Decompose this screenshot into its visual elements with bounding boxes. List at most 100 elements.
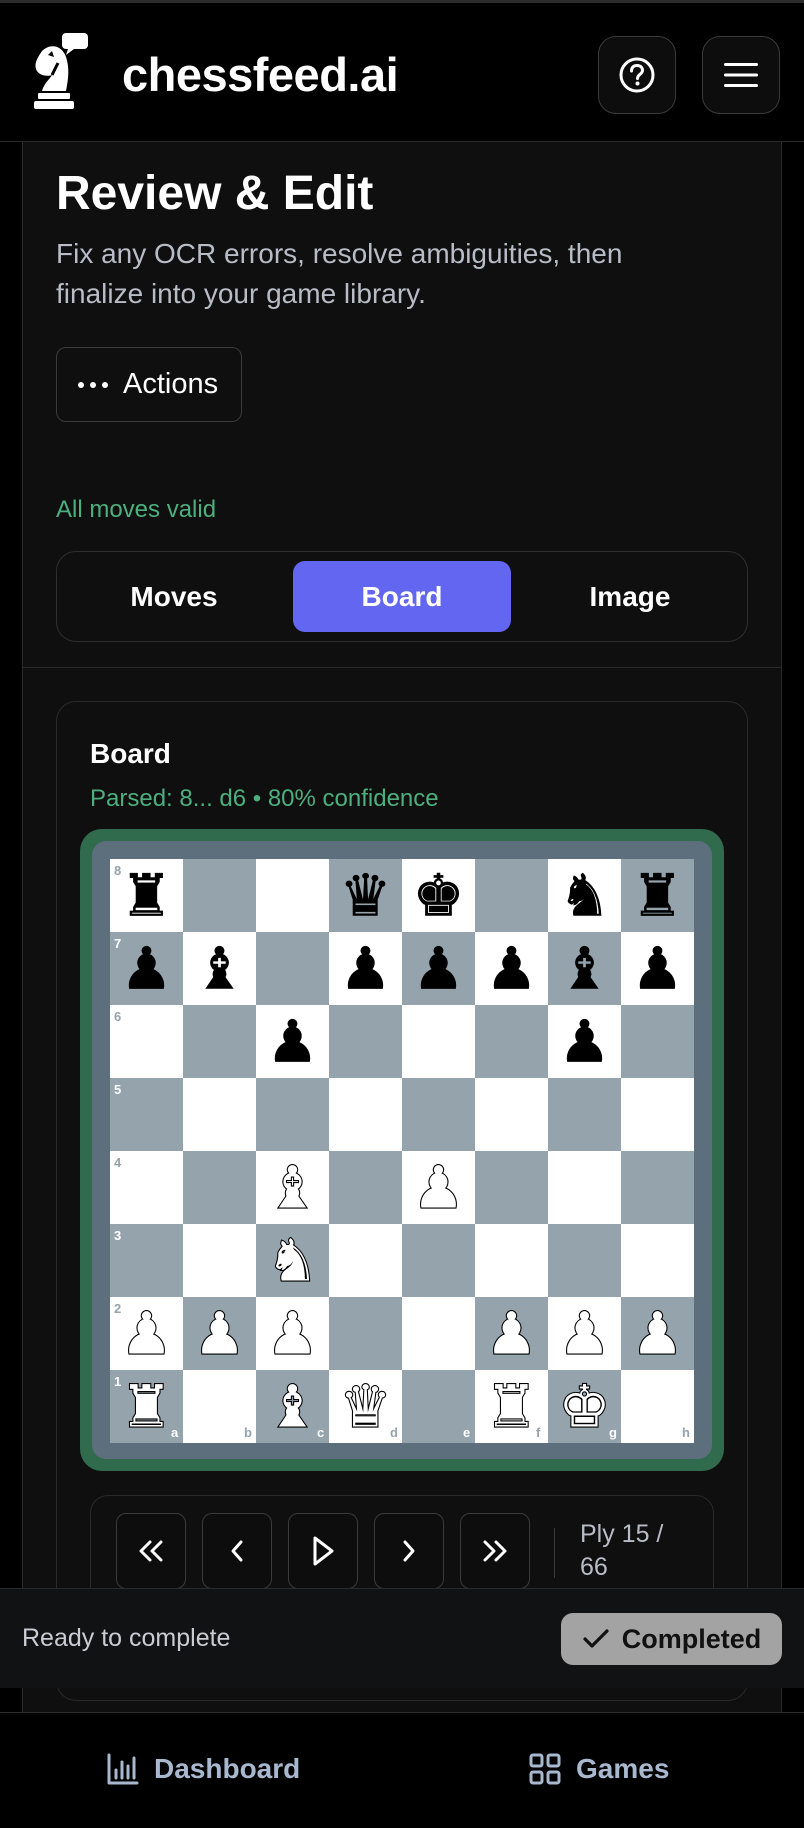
board-square-h6[interactable] xyxy=(621,1005,694,1078)
board-square-h3[interactable] xyxy=(621,1224,694,1297)
play-icon xyxy=(313,1536,334,1566)
board-square-f4[interactable] xyxy=(475,1151,548,1224)
page-subtitle: Fix any OCR errors, resolve ambiguities,… xyxy=(56,238,623,309)
rank-label: 5 xyxy=(114,1082,121,1097)
rank-label: 2 xyxy=(114,1301,121,1316)
board-square-f5[interactable] xyxy=(475,1078,548,1151)
board-square-e6[interactable] xyxy=(402,1005,475,1078)
chess-board[interactable]: ♜ ♛ ♚ ♞ ♜♟ ♝ ♟ ♟ ♟ ♝ ♟♟ ♟♝ ♟♞♟ ♟ ♟ ♟ ♟ ♟♜ ♝ ♛ ♜ ♚87654321a b c d… xyxy=(110,859,694,1443)
board-square-g4[interactable] xyxy=(548,1151,621,1224)
board-square-h5[interactable] xyxy=(621,1078,694,1151)
menu-button[interactable] xyxy=(702,36,780,114)
black-pawn-icon[interactable]: ♟ xyxy=(558,1007,611,1076)
nav-dashboard[interactable]: Dashboard xyxy=(106,1752,300,1786)
black-pawn-icon[interactable]: ♟ xyxy=(339,934,392,1003)
white-pawn-icon[interactable]: ♟ xyxy=(119,1298,173,1368)
file-label: b xyxy=(244,1425,252,1440)
file-label: a xyxy=(171,1425,179,1440)
white-pawn-icon[interactable]: ♟ xyxy=(192,1298,246,1368)
last-move-button[interactable] xyxy=(460,1513,530,1589)
grid-icon xyxy=(529,1753,561,1785)
brand-name[interactable]: chessfeed.ai xyxy=(122,47,399,102)
black-pawn-icon[interactable]: ♟ xyxy=(631,934,684,1003)
black-pawn-icon[interactable]: ♟ xyxy=(120,934,173,1003)
white-bishop-icon[interactable]: ♝ xyxy=(265,1152,319,1222)
nav-dashboard-label: Dashboard xyxy=(154,1753,301,1784)
board-square-d5[interactable] xyxy=(329,1078,402,1151)
white-knight-icon[interactable]: ♞ xyxy=(265,1225,319,1295)
chevron-right-icon xyxy=(403,1540,415,1562)
top-bar: chessfeed.ai xyxy=(0,0,804,142)
white-bishop-icon[interactable]: ♝ xyxy=(265,1371,319,1441)
first-move-button[interactable] xyxy=(116,1513,186,1589)
board-square-e2[interactable] xyxy=(402,1297,475,1370)
black-bishop-icon[interactable]: ♝ xyxy=(193,934,246,1003)
check-icon xyxy=(583,1629,609,1648)
black-pawn-icon[interactable]: ♟ xyxy=(485,934,538,1003)
file-label: d xyxy=(390,1425,398,1440)
board-square-e5[interactable] xyxy=(402,1078,475,1151)
tab-image[interactable]: Image xyxy=(521,561,739,632)
board-square-f8[interactable] xyxy=(475,859,548,932)
tab-board[interactable]: Board xyxy=(293,561,511,632)
black-pawn-icon[interactable]: ♟ xyxy=(412,934,465,1003)
board-square-b4[interactable] xyxy=(183,1151,256,1224)
parse-info: Parsed: 8... d6 • 80% confidence xyxy=(90,785,439,812)
completed-label: Completed xyxy=(621,1623,762,1654)
black-pawn-icon[interactable]: ♟ xyxy=(266,1007,319,1076)
board-square-h4[interactable] xyxy=(621,1151,694,1224)
file-label: e xyxy=(463,1425,470,1440)
board-square-c8[interactable] xyxy=(256,859,329,932)
ellipsis-icon xyxy=(78,381,108,388)
hamburger-menu-icon xyxy=(724,63,758,87)
board-square-b8[interactable] xyxy=(183,859,256,932)
bar-chart-icon xyxy=(107,1753,139,1785)
rank-label: 3 xyxy=(114,1228,121,1243)
completion-status: Ready to complete xyxy=(22,1624,231,1652)
nav-games[interactable]: Games xyxy=(528,1752,669,1786)
next-move-button[interactable] xyxy=(374,1513,444,1589)
play-button[interactable] xyxy=(288,1513,358,1589)
rank-label: 4 xyxy=(114,1155,122,1170)
knight-logo-icon[interactable] xyxy=(28,33,98,113)
board-square-f3[interactable] xyxy=(475,1224,548,1297)
black-bishop-icon[interactable]: ♝ xyxy=(558,934,611,1003)
view-tabs: Moves Board Image xyxy=(56,551,748,642)
white-pawn-icon[interactable]: ♟ xyxy=(265,1298,319,1368)
board-square-c7[interactable] xyxy=(256,932,329,1005)
white-pawn-icon[interactable]: ♟ xyxy=(484,1298,538,1368)
board-square-g3[interactable] xyxy=(548,1224,621,1297)
board-square-d2[interactable] xyxy=(329,1297,402,1370)
board-square-e3[interactable] xyxy=(402,1224,475,1297)
file-label: h xyxy=(682,1425,690,1440)
white-pawn-icon[interactable]: ♟ xyxy=(557,1298,611,1368)
white-pawn-icon[interactable]: ♟ xyxy=(411,1152,465,1222)
help-button[interactable] xyxy=(598,36,676,114)
board-square-g5[interactable] xyxy=(548,1078,621,1151)
board-square-c5[interactable] xyxy=(256,1078,329,1151)
black-knight-icon[interactable]: ♞ xyxy=(558,861,611,930)
board-square-d4[interactable] xyxy=(329,1151,402,1224)
rank-label: 1 xyxy=(114,1374,121,1389)
black-rook-icon[interactable]: ♜ xyxy=(631,861,684,930)
white-rook-icon[interactable]: ♜ xyxy=(119,1371,173,1441)
completed-button[interactable]: Completed xyxy=(561,1613,782,1665)
black-king-icon[interactable]: ♚ xyxy=(412,861,465,930)
white-king-icon[interactable]: ♚ xyxy=(557,1371,611,1441)
actions-button[interactable]: Actions xyxy=(56,347,242,422)
black-queen-icon[interactable]: ♛ xyxy=(339,861,392,930)
previous-move-button[interactable] xyxy=(202,1513,272,1589)
board-square-d6[interactable] xyxy=(329,1005,402,1078)
board-square-b5[interactable] xyxy=(183,1078,256,1151)
tab-moves[interactable]: Moves xyxy=(65,561,283,632)
board-square-f6[interactable] xyxy=(475,1005,548,1078)
white-pawn-icon[interactable]: ♟ xyxy=(630,1298,684,1368)
black-rook-icon[interactable]: ♜ xyxy=(120,861,173,930)
board-square-b3[interactable] xyxy=(183,1224,256,1297)
board-square-d3[interactable] xyxy=(329,1224,402,1297)
white-rook-icon[interactable]: ♜ xyxy=(484,1371,538,1441)
file-label: g xyxy=(609,1425,617,1440)
white-queen-icon[interactable]: ♛ xyxy=(338,1371,392,1441)
nav-games-label: Games xyxy=(576,1753,670,1784)
board-square-b6[interactable] xyxy=(183,1005,256,1078)
